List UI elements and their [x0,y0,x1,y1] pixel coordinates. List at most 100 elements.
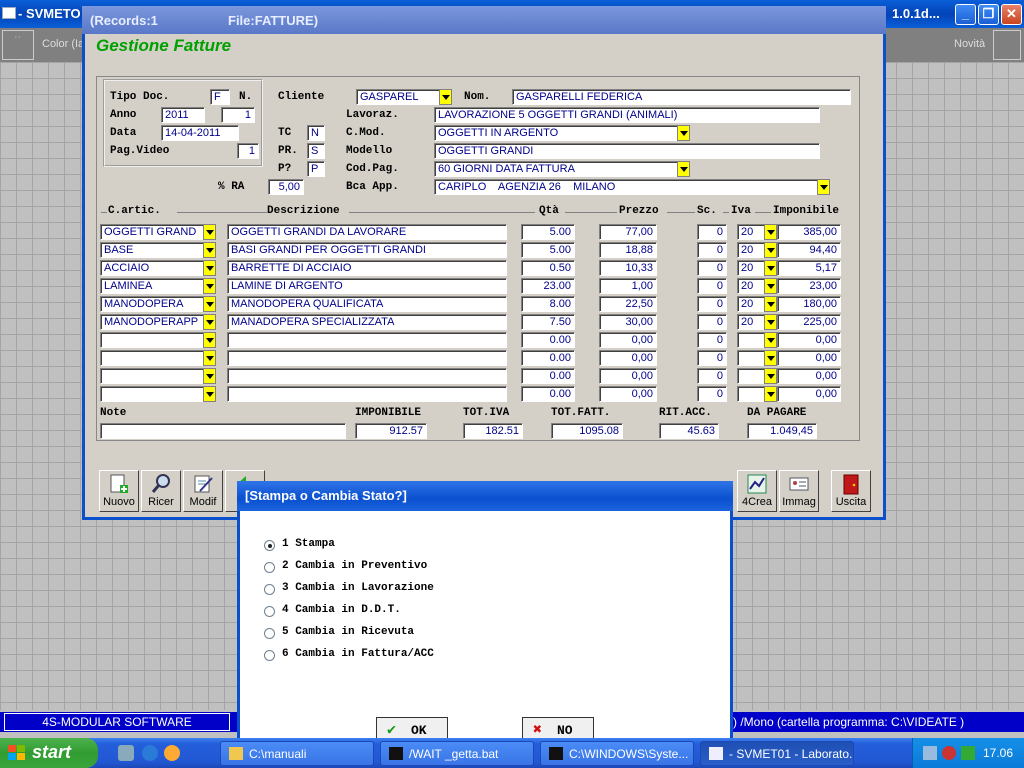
line-vat-field[interactable]: 20 [737,314,765,330]
line-qty-field[interactable]: 23.00 [521,278,575,294]
line-qty-field[interactable]: 5.00 [521,224,575,240]
modello-field[interactable]: OGGETTI GRANDI [434,143,820,159]
line-vat-dropdown[interactable] [764,260,777,276]
document-number-field[interactable]: 1 [221,107,255,123]
line-discount-field[interactable]: 0 [697,332,727,348]
security-icon[interactable] [942,746,956,760]
note-field[interactable] [100,423,346,439]
line-vat-field[interactable] [737,332,765,348]
line-discount-field[interactable]: 0 [697,296,727,312]
close-button[interactable]: ✕ [1001,4,1022,25]
line-discount-field[interactable]: 0 [697,224,727,240]
line-qty-field[interactable]: 0.00 [521,368,575,384]
line-price-field[interactable]: 1,00 [599,278,657,294]
4crea-button[interactable]: 4Crea [737,470,777,512]
line-price-field[interactable]: 77,00 [599,224,657,240]
cliente-dropdown[interactable] [439,89,452,105]
taskbar-task[interactable]: - SVMET01 - Laborato... [700,741,854,766]
line-code-field[interactable]: LAMINEA [100,278,204,294]
line-description-field[interactable]: OGGETTI GRANDI DA LAVORARE [227,224,507,240]
line-description-field[interactable] [227,368,507,384]
line-price-field[interactable]: 0,00 [599,332,657,348]
taskbar-task[interactable]: /WAIT _getta.bat [380,741,534,766]
cmod-dropdown[interactable] [677,125,690,141]
line-qty-field[interactable]: 8.00 [521,296,575,312]
line-qty-field[interactable]: 0.00 [521,386,575,402]
anno-field[interactable]: 2011 [161,107,205,123]
radio-button[interactable] [264,650,275,661]
line-code-field[interactable] [100,386,204,402]
line-qty-field[interactable]: 0.00 [521,350,575,366]
line-price-field[interactable]: 0,00 [599,386,657,402]
line-vat-field[interactable]: 20 [737,260,765,276]
line-discount-field[interactable]: 0 [697,260,727,276]
tipo-doc-field[interactable]: F [210,89,230,105]
show-desktop-icon[interactable] [118,745,134,761]
line-discount-field[interactable]: 0 [697,386,727,402]
media-player-icon[interactable] [164,745,180,761]
line-qty-field[interactable]: 7.50 [521,314,575,330]
line-code-dropdown[interactable] [203,224,216,240]
start-button[interactable]: start [0,738,98,768]
pag-video-field[interactable]: 1 [237,143,259,159]
line-qty-field[interactable]: 0.50 [521,260,575,276]
internet-explorer-icon[interactable] [142,745,158,761]
line-discount-field[interactable]: 0 [697,314,727,330]
codpag-dropdown[interactable] [677,161,690,177]
line-code-dropdown[interactable] [203,350,216,366]
line-vat-field[interactable] [737,350,765,366]
line-code-dropdown[interactable] [203,296,216,312]
codpag-field[interactable]: 60 GIORNI DATA FATTURA [434,161,678,177]
radio-button[interactable] [264,628,275,639]
line-description-field[interactable]: BASI GRANDI PER OGGETTI GRANDI [227,242,507,258]
line-code-dropdown[interactable] [203,332,216,348]
line-vat-dropdown[interactable] [764,314,777,330]
bca-dropdown[interactable] [817,179,830,195]
ra-field[interactable]: 5,00 [268,179,304,195]
line-vat-field[interactable] [737,368,765,384]
line-code-dropdown[interactable] [203,278,216,294]
modif-button[interactable]: Modif [183,470,223,512]
line-price-field[interactable]: 18,88 [599,242,657,258]
line-code-dropdown[interactable] [203,314,216,330]
line-qty-field[interactable]: 5.00 [521,242,575,258]
radio-button[interactable] [264,584,275,595]
p-field[interactable]: P [307,161,325,177]
bca-field[interactable]: CARIPLO AGENZIA 26 MILANO [434,179,820,195]
line-code-field[interactable]: BASE [100,242,204,258]
line-price-field[interactable]: 30,00 [599,314,657,330]
line-price-field[interactable]: 0,00 [599,350,657,366]
tray-app-icon[interactable] [961,746,975,760]
line-description-field[interactable] [227,332,507,348]
line-description-field[interactable]: MANODOPERA QUALIFICATA [227,296,507,312]
line-vat-dropdown[interactable] [764,386,777,402]
ricer-button[interactable]: Ricer [141,470,181,512]
line-vat-dropdown[interactable] [764,296,777,312]
date-field[interactable]: 14-04-2011 [161,125,239,141]
minimize-button[interactable]: _ [955,4,976,25]
line-vat-dropdown[interactable] [764,350,777,366]
line-description-field[interactable]: LAMINE DI ARGENTO [227,278,507,294]
line-discount-field[interactable]: 0 [697,242,727,258]
line-vat-dropdown[interactable] [764,242,777,258]
uscita-button[interactable]: Uscita [831,470,871,512]
line-code-field[interactable]: MANODOPERA [100,296,204,312]
line-vat-dropdown[interactable] [764,368,777,384]
radio-button[interactable] [264,606,275,617]
nom-field[interactable]: GASPARELLI FEDERICA [512,89,851,105]
line-discount-field[interactable]: 0 [697,368,727,384]
cliente-field[interactable]: GASPAREL [356,89,440,105]
line-description-field[interactable] [227,350,507,366]
radio-button[interactable] [264,562,275,573]
line-code-dropdown[interactable] [203,260,216,276]
line-discount-field[interactable]: 0 [697,350,727,366]
toolbar-right-button[interactable] [993,30,1021,60]
taskbar-task[interactable]: C:\WINDOWS\Syste... [540,741,694,766]
line-price-field[interactable]: 0,00 [599,368,657,384]
line-description-field[interactable]: BARRETTE DI ACCIAIO [227,260,507,276]
line-code-field[interactable]: ACCIAIO [100,260,204,276]
line-vat-field[interactable]: 20 [737,296,765,312]
line-vat-dropdown[interactable] [764,332,777,348]
nuovo-button[interactable]: Nuovo [99,470,139,512]
cmod-field[interactable]: OGGETTI IN ARGENTO [434,125,678,141]
